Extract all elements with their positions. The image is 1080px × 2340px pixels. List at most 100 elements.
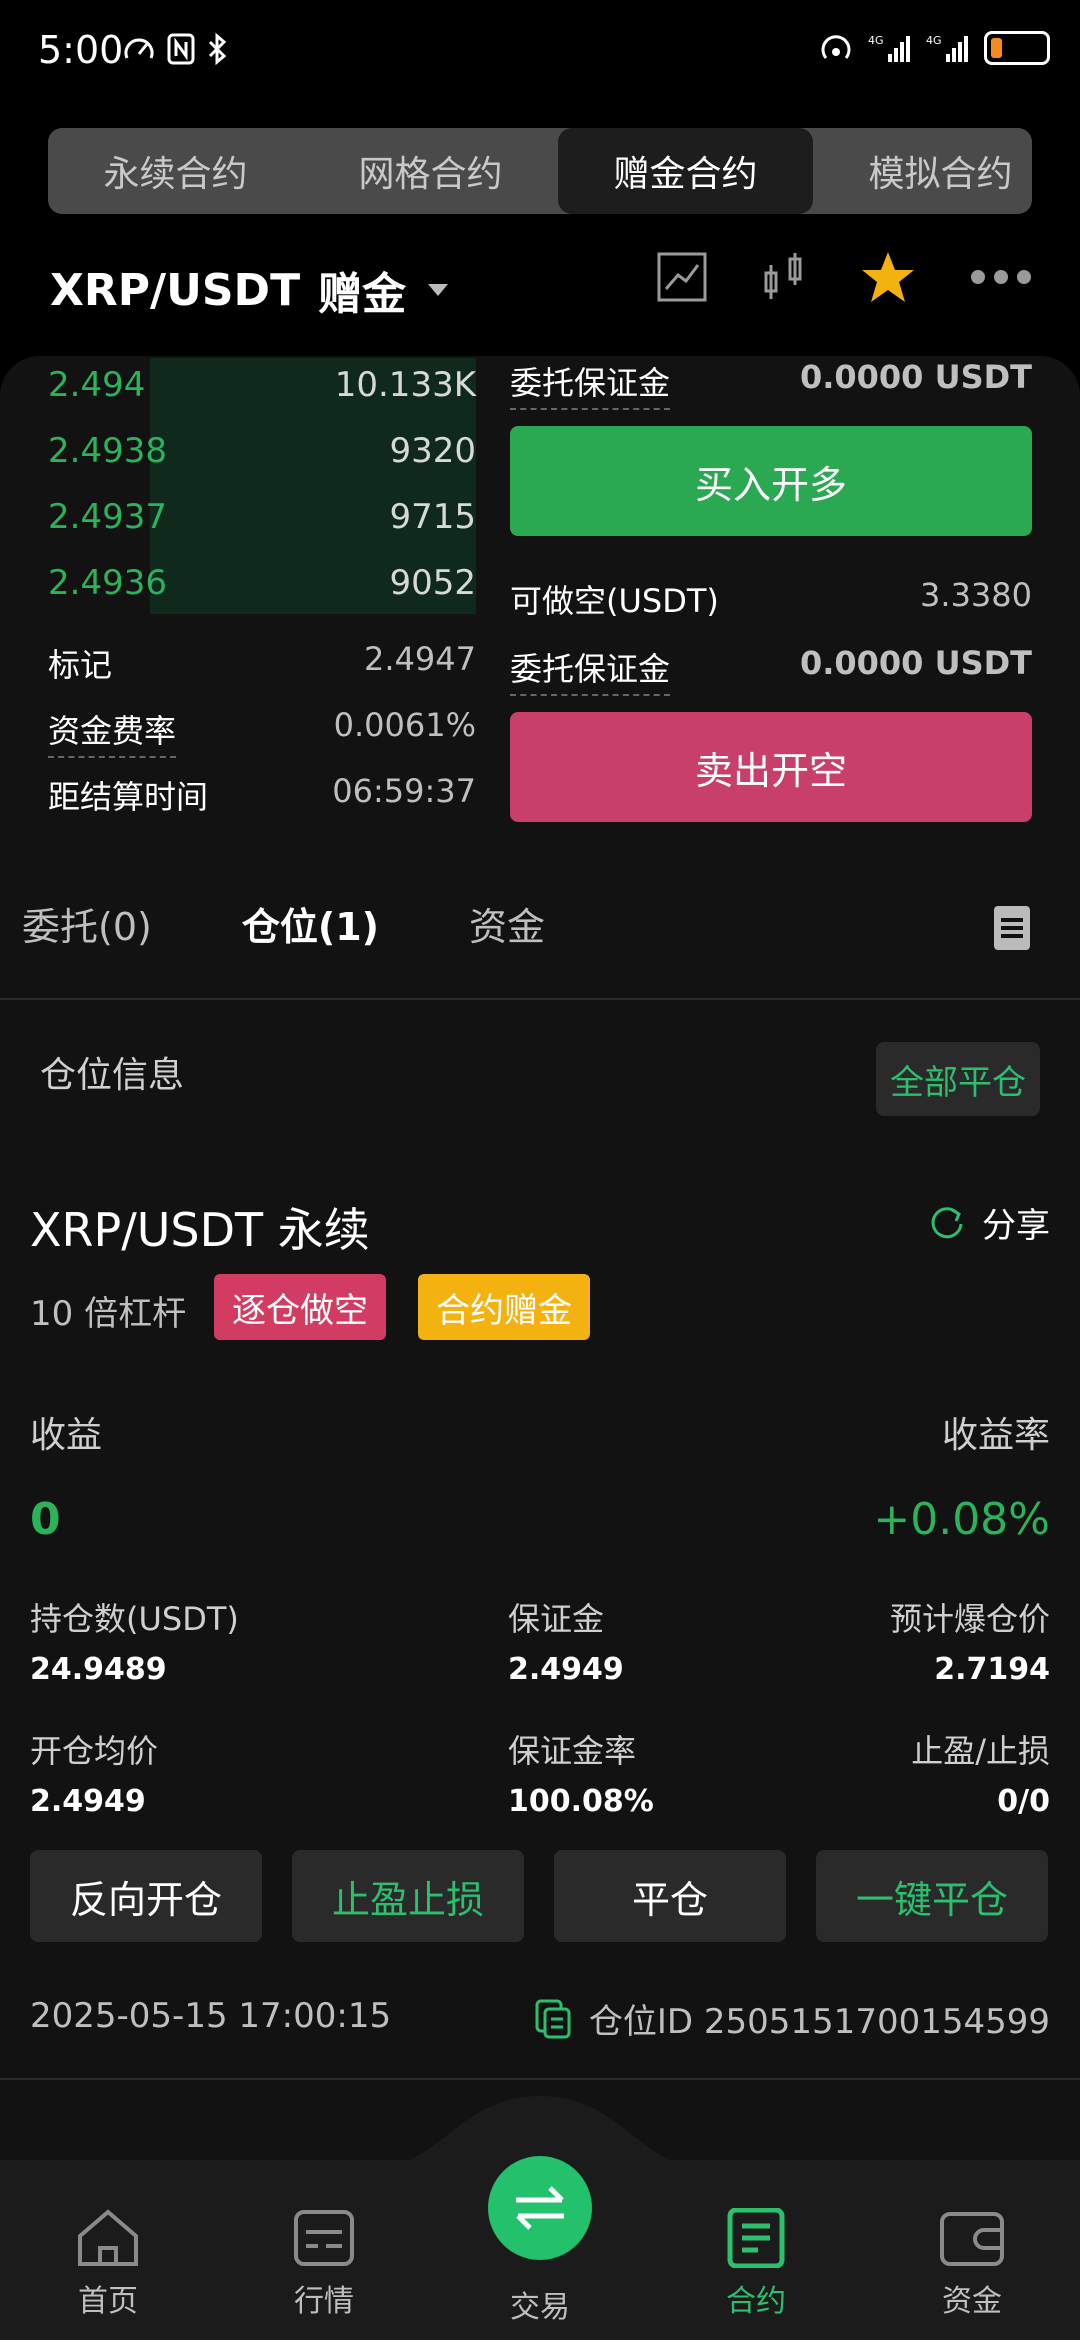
tpsl-button[interactable]: 止盈止损: [292, 1850, 524, 1942]
tab-bonus[interactable]: 赠金合约: [558, 128, 813, 214]
orderbook-row[interactable]: 2.4938 9320: [48, 422, 476, 480]
market-icon: [294, 2210, 354, 2266]
trade-fab[interactable]: [488, 2156, 592, 2260]
entry-price-label: 开仓均价: [30, 1732, 159, 1770]
copy-icon: [535, 1999, 571, 2038]
info-value: 06:59:37: [332, 772, 476, 810]
pnl-value: 0: [30, 1494, 61, 1545]
margin-label: 委托保证金: [510, 358, 671, 410]
short-available-row: 可做空(USDT) 3.3380: [510, 576, 1032, 622]
status-icons-right: 4G 4G: [818, 30, 1050, 66]
mode-tabs: 永续合约 网格合约 赠金合约 模拟合约: [48, 128, 1032, 214]
entry-price-value: 2.4949: [30, 1784, 146, 1819]
chart-icon[interactable]: [656, 251, 708, 303]
margin-ratio-label: 保证金率: [508, 1732, 637, 1770]
info-label: 资金费率: [48, 706, 177, 758]
margin-value: 0.0000 USDT: [799, 358, 1032, 396]
svg-text:4G: 4G: [926, 34, 942, 47]
sell-short-button[interactable]: 卖出开空: [510, 712, 1032, 822]
bonus-badge: 合约赠金: [418, 1274, 590, 1340]
nav-trade[interactable]: 交易: [470, 2282, 610, 2326]
margin-value: 0.0000 USDT: [799, 644, 1032, 682]
tab-orders[interactable]: 委托(0): [22, 896, 152, 951]
tab-demo[interactable]: 模拟合约: [813, 128, 1032, 214]
tpsl-label: 止盈/止损: [911, 1732, 1050, 1770]
nav-market-label: 行情: [294, 2284, 354, 2319]
signal-icon-1: 4G: [868, 34, 910, 62]
tab-perpetual[interactable]: 永续合约: [48, 128, 303, 214]
chevron-down-icon: [428, 284, 449, 296]
nav-home-label: 首页: [78, 2284, 138, 2319]
star-icon[interactable]: [860, 250, 916, 304]
roe-value: +0.08%: [873, 1494, 1050, 1545]
margin-mode-badge: 逐仓做空: [214, 1274, 386, 1340]
tpsl-value: 0/0: [997, 1784, 1050, 1819]
position-timestamp: 2025-05-15 17:00:15: [30, 1996, 392, 2036]
orderbook-price: 2.494: [48, 365, 146, 405]
nav-contract[interactable]: 合约: [686, 2208, 826, 2320]
reverse-position-button[interactable]: 反向开仓: [30, 1850, 262, 1942]
nav-wallet-label: 资金: [942, 2284, 1002, 2319]
margin-label: 保证金: [508, 1600, 605, 1638]
candlestick-icon[interactable]: [762, 251, 806, 303]
close-all-button[interactable]: 全部平仓: [876, 1042, 1040, 1116]
orderbook-qty: 10.133K: [334, 365, 476, 405]
battery-icon: [984, 31, 1050, 65]
orderbook-row[interactable]: 2.4936 9052: [48, 554, 476, 612]
info-label: 标记: [48, 646, 113, 684]
pair-name: XRP/USDT: [50, 264, 301, 316]
liq-price-label: 预计爆仓价: [889, 1600, 1050, 1638]
quick-close-button[interactable]: 一键平仓: [816, 1850, 1048, 1942]
short-label: 可做空(USDT): [510, 582, 719, 620]
tab-assets[interactable]: 资金: [469, 896, 545, 951]
margin-ratio-value: 100.08%: [508, 1784, 654, 1819]
order-margin-row: 委托保证金 0.0000 USDT: [510, 358, 1032, 410]
status-icons-left: [122, 32, 228, 66]
speed-icon: [124, 38, 154, 59]
orderbook-qty: 9320: [389, 431, 476, 471]
close-position-button[interactable]: 平仓: [554, 1850, 786, 1942]
share-label: 分享: [982, 1206, 1050, 1246]
home-icon: [78, 2209, 138, 2266]
more-icon[interactable]: [970, 269, 1032, 285]
orderbook-qty: 9052: [389, 563, 476, 603]
position-info-title: 仓位信息: [40, 1055, 185, 1096]
tab-grid[interactable]: 网格合约: [303, 128, 558, 214]
orderbook-row[interactable]: 2.4937 9715: [48, 488, 476, 546]
orderbook-row[interactable]: 2.494 10.133K: [48, 356, 476, 414]
pair-badge: 赠金: [318, 269, 407, 320]
short-value: 3.3380: [920, 576, 1032, 614]
hotspot-icon: [821, 35, 851, 59]
leverage-label: 10 倍杠杆: [30, 1294, 187, 1334]
orderbook-price: 2.4936: [48, 563, 167, 603]
info-value: 0.0061%: [333, 706, 476, 744]
settlement-time-row: 距结算时间 06:59:37: [48, 772, 476, 818]
document-icon[interactable]: [994, 906, 1030, 950]
contract-name: XRP/USDT 永续: [30, 1203, 370, 1257]
margin-value: 2.4949: [508, 1652, 624, 1687]
divider: [0, 998, 1080, 1000]
divider: [0, 2078, 1080, 2080]
pair-selector[interactable]: XRP/USDT 赠金: [50, 258, 449, 322]
status-time: 5:00: [38, 28, 124, 72]
nav-trade-label: 交易: [510, 2290, 570, 2325]
liq-price-value: 2.7194: [934, 1652, 1050, 1687]
size-label: 持仓数(USDT): [30, 1600, 239, 1638]
margin-label: 委托保证金: [510, 644, 671, 696]
info-label: 距结算时间: [48, 778, 209, 816]
nav-home[interactable]: 首页: [38, 2208, 178, 2320]
funding-rate-row[interactable]: 资金费率 0.0061%: [48, 706, 476, 758]
header-actions: [656, 250, 1032, 304]
nav-wallet[interactable]: 资金: [902, 2208, 1042, 2320]
orderbook-price: 2.4938: [48, 431, 167, 471]
buy-long-button[interactable]: 买入开多: [510, 426, 1032, 536]
position-id-text: 仓位ID 2505151700154599: [588, 2002, 1050, 2042]
position-id[interactable]: 仓位ID 2505151700154599: [533, 1994, 1050, 2043]
info-value: 2.4947: [364, 640, 476, 678]
wallet-icon: [940, 2212, 1004, 2266]
nav-market[interactable]: 行情: [254, 2208, 394, 2320]
share-button[interactable]: 分享: [928, 1198, 1050, 1247]
order-margin-row-2: 委托保证金 0.0000 USDT: [510, 644, 1032, 696]
bluetooth-icon: [208, 32, 227, 66]
tab-positions[interactable]: 仓位(1): [242, 896, 379, 951]
